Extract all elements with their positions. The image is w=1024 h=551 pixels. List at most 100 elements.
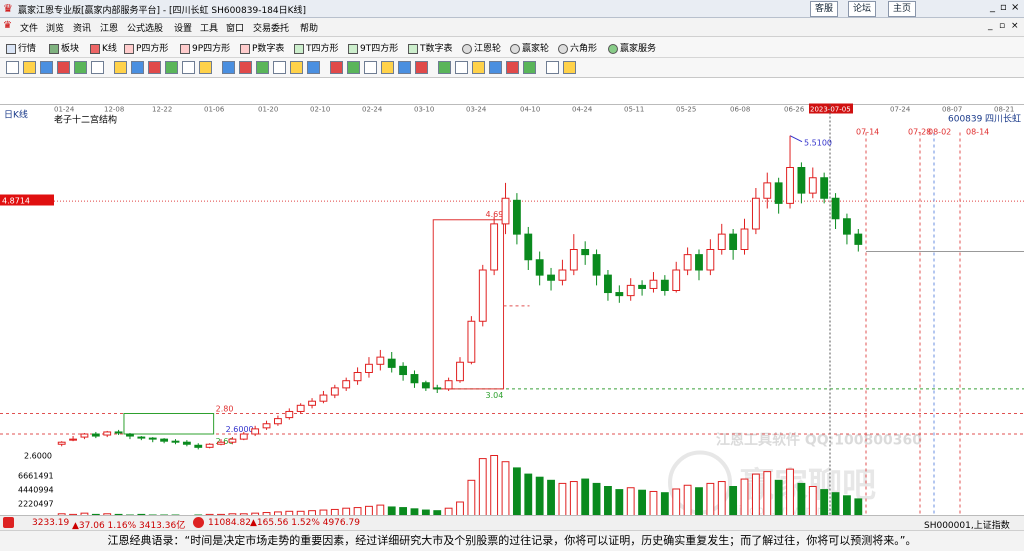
volume-bar: [535, 476, 544, 519]
select-icon[interactable]: [6, 61, 19, 74]
mdi-minimize-icon[interactable]: _: [988, 21, 993, 31]
date-tick: 03-10: [414, 106, 434, 114]
cube-icon[interactable]: [256, 61, 269, 74]
menu-bar: ♛ 文件 浏览 资讯 江恩 公式选股 设置 工具 窗口 交易委托 帮助 _ ▫ …: [0, 18, 1024, 37]
hexagon-icon[interactable]: [239, 61, 252, 74]
service-link[interactable]: 客服: [810, 1, 839, 17]
cycle-icon[interactable]: [563, 61, 576, 74]
tb-kline[interactable]: K线: [90, 41, 117, 54]
menu-settings[interactable]: 设置: [174, 21, 192, 34]
menu-window[interactable]: 窗口: [226, 21, 244, 34]
tb-9p-square[interactable]: 9P四方形: [180, 41, 230, 54]
winner-wheel-icon: [510, 43, 520, 54]
record-icon[interactable]: [523, 61, 536, 74]
candle-body: [638, 284, 646, 289]
arc-icon[interactable]: [199, 61, 212, 74]
angle-icon[interactable]: [307, 61, 320, 74]
box-icon[interactable]: [114, 61, 127, 74]
candle-body: [376, 356, 385, 365]
drawing-toolbar: [0, 58, 1024, 78]
print-icon[interactable]: [472, 61, 485, 74]
kline-chart[interactable]: 01-24 12-08 12-22 01-06 01-20 02-10 02-24 03-10…: [0, 78, 1024, 528]
date-tick: 06-08: [730, 106, 750, 114]
plus-icon[interactable]: [290, 61, 303, 74]
menu-gann[interactable]: 江恩: [100, 21, 118, 34]
volume-bar: [569, 481, 578, 519]
tb-hexagon[interactable]: 六角形: [558, 41, 597, 54]
close-icon[interactable]: ×: [1011, 2, 1019, 13]
sh-badge-icon: [3, 517, 14, 528]
menu-formula[interactable]: 公式选股: [127, 21, 163, 34]
period-icon[interactable]: [57, 61, 70, 74]
x-icon[interactable]: [546, 61, 559, 74]
minimize-icon[interactable]: _: [990, 2, 995, 13]
candle-body: [774, 182, 783, 204]
volume-bar: [558, 482, 567, 518]
candle-body: [114, 431, 123, 434]
volume-bar: [547, 479, 555, 518]
cross-icon[interactable]: [23, 61, 36, 74]
sh-index[interactable]: 3233.19: [32, 518, 69, 528]
candle-body: [182, 441, 191, 445]
hand-icon[interactable]: [273, 61, 286, 74]
candle-body: [615, 292, 624, 297]
chart-icon[interactable]: [489, 61, 502, 74]
candle-body: [695, 254, 703, 271]
tb-t-square[interactable]: T四方形: [294, 41, 339, 54]
candle-body: [194, 444, 203, 448]
home-link[interactable]: 主页: [888, 1, 917, 17]
menu-tools[interactable]: 工具: [200, 21, 218, 34]
candle-body: [387, 358, 396, 368]
circle-icon[interactable]: [131, 61, 144, 74]
tb-winner-service[interactable]: 赢家服务: [608, 41, 656, 54]
volume-bar: [649, 490, 658, 518]
candle-body: [319, 394, 328, 402]
candle-body: [57, 441, 66, 445]
grid-icon[interactable]: [182, 61, 195, 74]
tb-quotes[interactable]: 行情: [6, 41, 36, 54]
candle-body: [478, 269, 487, 322]
tb-9t-square[interactable]: 9T四方形: [348, 41, 398, 54]
tb-t-table[interactable]: T数字表: [408, 41, 453, 54]
forum-link[interactable]: 论坛: [848, 1, 877, 17]
tools-icon[interactable]: [438, 61, 451, 74]
zoom-icon[interactable]: [40, 61, 53, 74]
fan-icon[interactable]: [148, 61, 161, 74]
diamond-icon[interactable]: [222, 61, 235, 74]
arrow-icon[interactable]: [91, 61, 104, 74]
tb-winner-wheel[interactable]: 赢家轮: [510, 41, 549, 54]
calc-icon[interactable]: [381, 61, 394, 74]
mdi-restore-icon[interactable]: ▫: [999, 21, 1005, 31]
table-icon[interactable]: [398, 61, 411, 74]
candle-body: [205, 443, 214, 448]
date-tick: 01-24: [54, 106, 75, 114]
ruler-icon[interactable]: [455, 61, 468, 74]
maximize-icon[interactable]: ▫: [1000, 2, 1007, 13]
volume-bar: [490, 455, 499, 518]
date-tick: 03-24: [466, 106, 487, 114]
text-icon[interactable]: [347, 61, 360, 74]
sz-index[interactable]: 11084.82: [208, 518, 251, 528]
menu-file[interactable]: 文件: [20, 21, 38, 34]
book-icon[interactable]: [415, 61, 428, 74]
mdi-close-icon[interactable]: ×: [1011, 21, 1019, 31]
tb-p-table[interactable]: P数字表: [240, 41, 284, 54]
menu-browse[interactable]: 浏览: [46, 21, 64, 34]
menu-news[interactable]: 资讯: [73, 21, 91, 34]
square-icon[interactable]: [165, 61, 178, 74]
tb-sector[interactable]: 板块: [49, 41, 79, 54]
candle-body: [262, 423, 271, 429]
title-bar: ♛ 赢家江恩专业版[赢家内部服务平台] - [四川长虹 SH600839-184…: [0, 0, 1024, 18]
tb-gann-wheel[interactable]: 江恩轮: [462, 41, 501, 54]
menu-trade[interactable]: 交易委托: [253, 21, 289, 34]
tb-p-square[interactable]: P四方形: [124, 41, 168, 54]
wave-icon[interactable]: [330, 61, 343, 74]
candle-body: [251, 428, 260, 435]
candle-body: [421, 382, 430, 389]
menu-help[interactable]: 帮助: [300, 21, 318, 34]
peak-label: 5.5100: [804, 139, 832, 148]
sector-icon: [49, 43, 59, 54]
color-icon[interactable]: [506, 61, 519, 74]
line-icon[interactable]: [74, 61, 87, 74]
time-icon[interactable]: [364, 61, 377, 74]
